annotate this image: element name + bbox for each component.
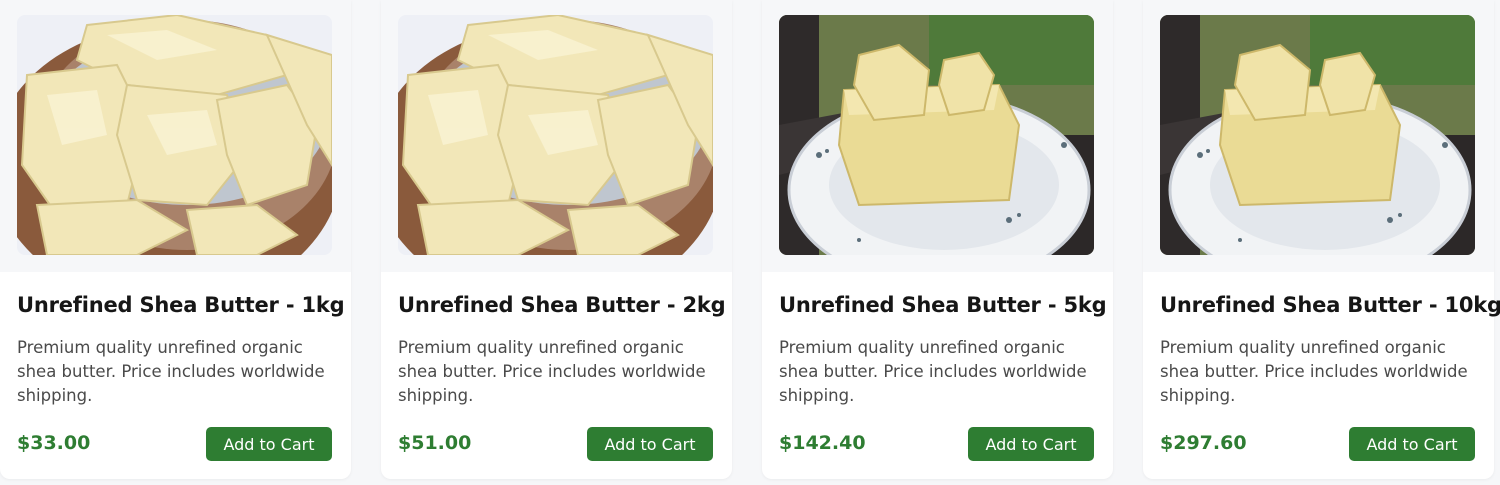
product-image[interactable]	[779, 15, 1094, 255]
product-image-area	[381, 0, 732, 272]
add-to-cart-button[interactable]: Add to Cart	[206, 427, 332, 461]
product-card: Unrefined Shea Butter - 1kg Premium qual…	[0, 0, 351, 479]
product-price: $142.40	[779, 432, 866, 454]
product-price: $33.00	[17, 432, 91, 454]
product-description: Premium quality unrefined organic shea b…	[1160, 338, 1468, 405]
product-title[interactable]: Unrefined Shea Butter - 10kg	[1160, 293, 1500, 317]
product-image-area	[0, 0, 351, 272]
product-card: Unrefined Shea Butter - 10kg Premium qua…	[1143, 0, 1500, 479]
product-price: $51.00	[398, 432, 472, 454]
add-to-cart-button[interactable]: Add to Cart	[587, 427, 713, 461]
add-to-cart-button[interactable]: Add to Cart	[968, 427, 1094, 461]
product-card: Unrefined Shea Butter - 5kg Premium qual…	[762, 0, 1113, 479]
product-image[interactable]	[1160, 15, 1475, 255]
product-grid: Unrefined Shea Butter - 1kg Premium qual…	[0, 0, 1500, 485]
product-description: Premium quality unrefined organic shea b…	[398, 338, 706, 405]
add-to-cart-button[interactable]: Add to Cart	[1349, 427, 1475, 461]
product-title[interactable]: Unrefined Shea Butter - 2kg	[398, 293, 728, 317]
product-image[interactable]	[17, 15, 332, 255]
product-description: Premium quality unrefined organic shea b…	[779, 338, 1087, 405]
product-title[interactable]: Unrefined Shea Butter - 1kg	[17, 293, 347, 317]
product-title[interactable]: Unrefined Shea Butter - 5kg	[779, 293, 1109, 317]
product-image-area	[762, 0, 1113, 272]
product-card: Unrefined Shea Butter - 2kg Premium qual…	[381, 0, 732, 479]
product-price: $297.60	[1160, 432, 1247, 454]
product-image-area	[1143, 0, 1494, 272]
product-image[interactable]	[398, 15, 713, 255]
product-description: Premium quality unrefined organic shea b…	[17, 338, 325, 405]
